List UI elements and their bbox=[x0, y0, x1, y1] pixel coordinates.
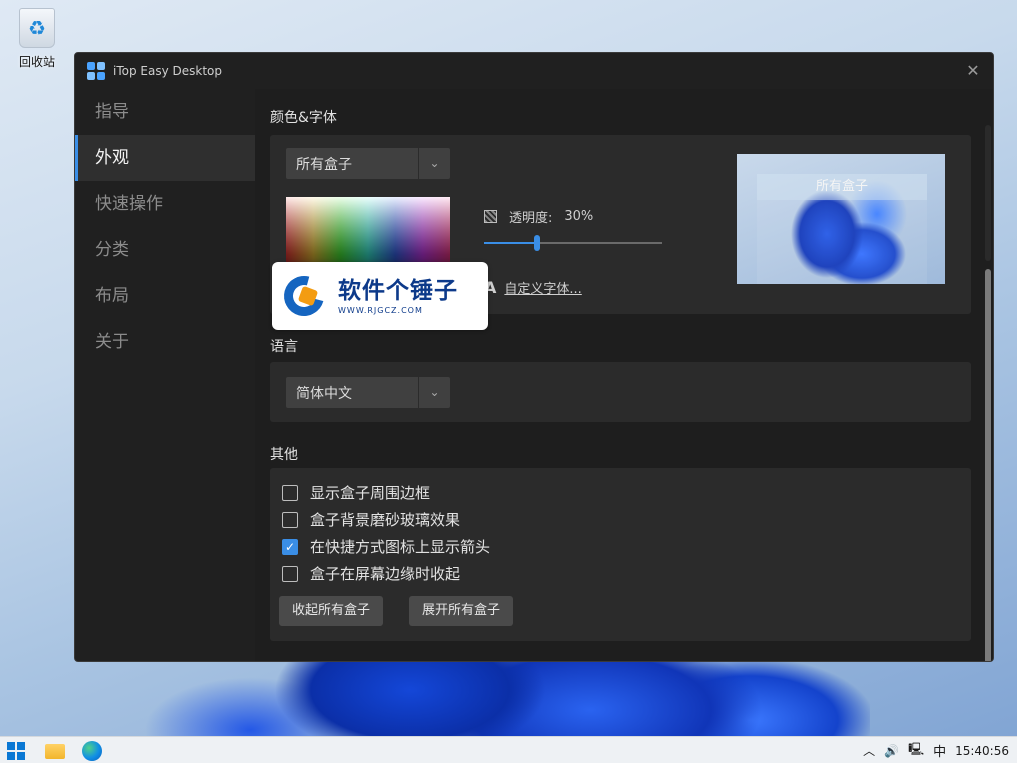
recycle-bin-label: 回收站 bbox=[18, 55, 55, 69]
settings-content: 颜色&字体 所有盒子 ⌄ 透明度: 30% A 自定义字体... 所有盒子 语言… bbox=[255, 89, 993, 661]
box-preview: 所有盒子 bbox=[737, 154, 945, 284]
chevron-down-icon: ⌄ bbox=[418, 377, 450, 408]
custom-font-row[interactable]: A 自定义字体... bbox=[484, 278, 582, 297]
expand-all-button[interactable]: 展开所有盒子 bbox=[409, 596, 514, 626]
ime-indicator[interactable]: 中 bbox=[933, 741, 946, 760]
language-select[interactable]: 简体中文 ⌄ bbox=[286, 377, 450, 408]
close-icon: ✕ bbox=[966, 61, 980, 80]
opacity-slider-thumb[interactable] bbox=[534, 235, 541, 251]
volume-icon[interactable]: 🔊 bbox=[884, 744, 899, 758]
app-window: iTop Easy Desktop ✕ 指导 外观 快速操作 分类 布局 关于 … bbox=[74, 52, 994, 662]
checkmark-icon: ✓ bbox=[284, 539, 296, 554]
recycle-bin-icon: ♻ bbox=[19, 8, 55, 48]
opacity-slider[interactable] bbox=[484, 235, 662, 251]
preview-box-body bbox=[757, 200, 927, 284]
preview-box-label: 所有盒子 bbox=[757, 174, 927, 200]
custom-font-link[interactable]: 自定义字体... bbox=[504, 278, 581, 297]
app-logo-icon bbox=[87, 62, 105, 80]
other-panel: 显示盒子周围边框 盒子背景磨砂玻璃效果 ✓ 在快捷方式图标上显示箭头 盒子在屏幕… bbox=[270, 468, 971, 641]
sidebar-item-quick-actions[interactable]: 快速操作 bbox=[75, 181, 255, 227]
option-label: 在快捷方式图标上显示箭头 bbox=[310, 538, 491, 556]
watermark-brand: 软件个锤子 bbox=[338, 277, 458, 304]
chevron-down-icon: ⌄ bbox=[418, 148, 450, 179]
opacity-row: 透明度: 30% bbox=[484, 207, 593, 226]
collapse-all-button[interactable]: 收起所有盒子 bbox=[279, 596, 384, 626]
system-tray: ︿ 🔊 🖳 中 15:40:56 bbox=[863, 737, 1009, 763]
sidebar-item-categories[interactable]: 分类 bbox=[75, 227, 255, 273]
opacity-label: 透明度: bbox=[509, 211, 553, 226]
scrollbar-thumb[interactable] bbox=[985, 269, 991, 661]
watermark-logo-icon bbox=[276, 268, 332, 324]
file-explorer-icon[interactable] bbox=[45, 744, 65, 759]
sidebar-item-layout[interactable]: 布局 bbox=[75, 273, 255, 319]
option-shortcut-arrow[interactable]: ✓ 在快捷方式图标上显示箭头 bbox=[282, 536, 490, 557]
chevron-up-icon[interactable]: ︿ bbox=[863, 742, 875, 759]
sidebar-item-label: 指导 bbox=[95, 102, 129, 122]
taskbar: ︿ 🔊 🖳 中 15:40:56 bbox=[0, 736, 1017, 763]
start-icon[interactable] bbox=[6, 741, 26, 761]
clock[interactable]: 15:40:56 bbox=[955, 744, 1009, 758]
option-label: 盒子背景磨砂玻璃效果 bbox=[310, 511, 461, 529]
section-title-color-font: 颜色&字体 bbox=[270, 110, 337, 126]
sidebar-item-label: 快速操作 bbox=[95, 194, 163, 214]
desktop-icon-recycle-bin[interactable]: ♻ 回收站 bbox=[10, 8, 64, 70]
box-select-value: 所有盒子 bbox=[296, 156, 352, 173]
close-button[interactable]: ✕ bbox=[961, 59, 985, 83]
network-icon[interactable]: 🖳 bbox=[908, 740, 924, 761]
scrollbar-track bbox=[985, 125, 991, 261]
checkbox-show-border[interactable] bbox=[282, 484, 298, 501]
edge-browser-icon[interactable] bbox=[82, 741, 102, 761]
option-collapse-at-edge[interactable]: 盒子在屏幕边缘时收起 bbox=[282, 563, 460, 584]
language-panel: 简体中文 ⌄ bbox=[270, 362, 971, 422]
checkbox-shortcut-arrow[interactable]: ✓ bbox=[282, 538, 298, 555]
opacity-value: 30% bbox=[564, 209, 594, 224]
sidebar-item-appearance[interactable]: 外观 bbox=[75, 135, 255, 181]
option-label: 盒子在屏幕边缘时收起 bbox=[310, 565, 461, 583]
section-title-language: 语言 bbox=[270, 339, 298, 355]
sidebar-item-label: 布局 bbox=[95, 286, 129, 306]
sidebar: 指导 外观 快速操作 分类 布局 关于 bbox=[75, 89, 255, 661]
window-title: iTop Easy Desktop bbox=[113, 64, 222, 78]
sidebar-item-label: 分类 bbox=[95, 240, 129, 260]
checkbox-frosted-glass[interactable] bbox=[282, 511, 298, 528]
watermark-url: WWW.RJGCZ.COM bbox=[338, 305, 423, 315]
option-frosted-glass[interactable]: 盒子背景磨砂玻璃效果 bbox=[282, 509, 460, 530]
option-show-border[interactable]: 显示盒子周围边框 bbox=[282, 482, 430, 503]
sidebar-item-guide[interactable]: 指导 bbox=[75, 89, 255, 135]
sidebar-item-about[interactable]: 关于 bbox=[75, 319, 255, 365]
option-label: 显示盒子周围边框 bbox=[310, 484, 431, 502]
title-bar[interactable]: iTop Easy Desktop ✕ bbox=[75, 53, 993, 89]
section-title-other: 其他 bbox=[270, 447, 298, 463]
sidebar-item-label: 关于 bbox=[95, 332, 129, 352]
sidebar-item-label: 外观 bbox=[95, 148, 129, 168]
box-select[interactable]: 所有盒子 ⌄ bbox=[286, 148, 450, 179]
watermark-logo: 软件个锤子 WWW.RJGCZ.COM bbox=[272, 262, 488, 330]
opacity-slider-fill bbox=[484, 242, 538, 244]
checkbox-collapse-at-edge[interactable] bbox=[282, 565, 298, 582]
opacity-icon bbox=[484, 210, 497, 223]
language-select-value: 简体中文 bbox=[296, 385, 352, 402]
